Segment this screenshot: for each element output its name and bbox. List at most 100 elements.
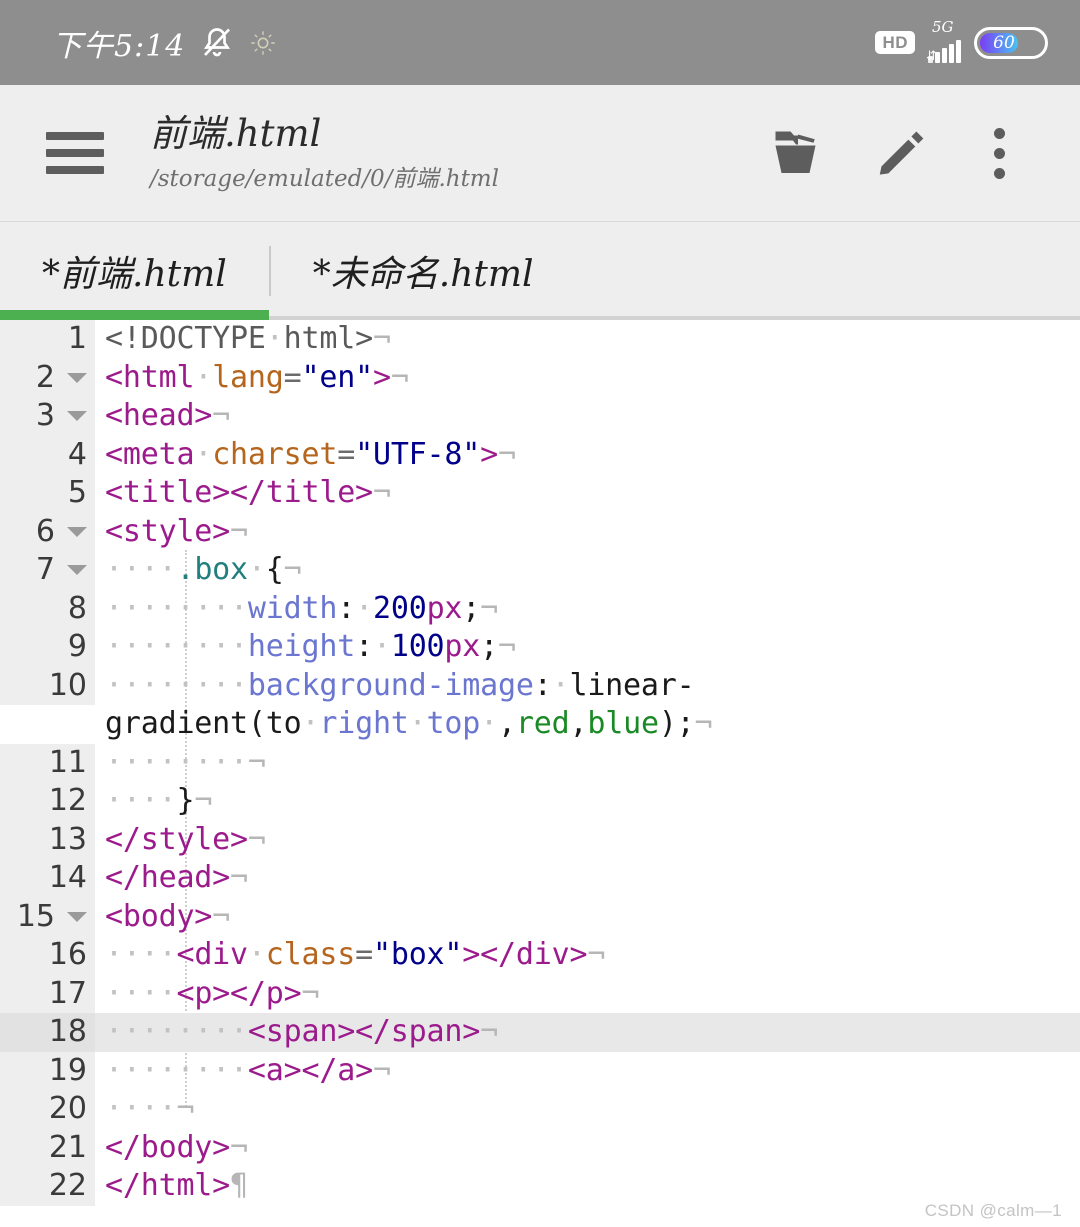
edit-button[interactable] — [852, 108, 950, 198]
code-token: px — [426, 590, 463, 626]
code-line[interactable]: 5 <title></title>¬ — [0, 474, 1080, 513]
code-token: width — [247, 590, 338, 626]
code-line[interactable]: 3 <head>¬ — [0, 397, 1080, 436]
code-line[interactable]: 2 <html·lang="en">¬ — [0, 358, 1080, 398]
code-text[interactable]: ····.box·{¬ — [95, 551, 1080, 590]
code-text[interactable]: <html·lang="en">¬ — [95, 359, 1080, 398]
code-token: red — [515, 706, 570, 741]
code-token: · — [355, 590, 373, 626]
fold-toggle-icon[interactable] — [67, 526, 87, 537]
code-line[interactable]: 13 </style>¬ — [0, 820, 1080, 860]
line-gutter: 8 — [0, 589, 95, 628]
code-line[interactable]: 22 </html>¶ — [0, 1167, 1080, 1206]
code-token: ········ — [105, 590, 248, 626]
code-token: · — [551, 667, 570, 703]
line-gutter: 6 — [0, 512, 95, 551]
fold-toggle-icon[interactable] — [67, 411, 87, 421]
fold-toggle-icon[interactable] — [67, 911, 87, 922]
code-token: ¬ — [283, 552, 302, 587]
file-path: /storage/emulated/0/前端.html — [150, 166, 499, 193]
code-text[interactable]: <!DOCTYPE·html>¬ — [95, 320, 1080, 359]
code-text[interactable]: ········¬ — [95, 744, 1080, 783]
code-text[interactable]: </style>¬ — [95, 821, 1080, 860]
code-line[interactable]: 15 <body>¬ — [0, 897, 1080, 937]
code-text[interactable]: <style>¬ — [95, 513, 1080, 552]
signal-bars-icon: 5G ⇵ — [926, 19, 961, 63]
code-token: lang — [212, 359, 284, 395]
code-token: ···· — [105, 975, 177, 1011]
code-token: ¬ — [390, 359, 409, 395]
code-text[interactable]: ····<p></p>¬ — [95, 975, 1080, 1014]
code-token: "UTF-8" — [355, 436, 481, 472]
code-line[interactable]: 10 ········background-image:·linear-gradi… — [0, 666, 1080, 744]
code-token: · — [194, 359, 213, 395]
code-text[interactable]: ········background-image:·linear-gradien… — [95, 667, 1080, 744]
code-token: · — [372, 629, 391, 664]
code-token: = — [355, 937, 373, 972]
code-text[interactable]: ········height:·100px;¬ — [95, 628, 1080, 667]
code-line[interactable]: 17 ····<p></p>¬ — [0, 974, 1080, 1014]
code-text[interactable]: ····¬ — [95, 1090, 1080, 1129]
code-token: height — [247, 629, 356, 664]
code-token: , — [498, 706, 516, 741]
line-gutter: 16 — [0, 936, 95, 975]
code-line[interactable]: 21 </body>¬ — [0, 1128, 1080, 1168]
tab-item-1[interactable]: *未命名.html — [271, 222, 576, 320]
code-token: { — [265, 552, 284, 587]
code-token: ¬ — [480, 590, 499, 626]
status-bar-left: 下午5:14 — [52, 21, 277, 65]
open-folder-button[interactable] — [754, 108, 852, 198]
code-text[interactable]: <head>¬ — [95, 397, 1080, 436]
code-text[interactable]: </head>¬ — [95, 859, 1080, 898]
line-number: 22 — [48, 1168, 87, 1203]
code-text[interactable]: ········<span></span>¬ — [95, 1013, 1080, 1052]
code-text[interactable]: </html>¶ — [95, 1167, 1080, 1206]
code-token: ········ — [105, 667, 248, 703]
code-token: · — [265, 321, 284, 356]
code-line[interactable]: 18 ········<span></span>¬ — [0, 1013, 1080, 1052]
code-editor[interactable]: 1 <!DOCTYPE·html>¬ 2 <html·lang="en">¬ 3 <hea… — [0, 320, 1080, 1227]
code-token: <div — [176, 937, 248, 972]
tab-item-0[interactable]: *前端.html — [0, 222, 269, 320]
code-line[interactable]: 11 ········¬ — [0, 743, 1080, 783]
code-text[interactable]: ····<div·class="box"></div>¬ — [95, 936, 1080, 975]
code-text[interactable]: ········<a></a>¬ — [95, 1052, 1080, 1091]
code-token: </style> — [105, 821, 248, 857]
code-line[interactable]: 19 ········<a></a>¬ — [0, 1051, 1080, 1091]
code-line[interactable]: 12 ····}¬ — [0, 782, 1080, 821]
code-line[interactable]: 7 ····.box·{¬ — [0, 551, 1080, 590]
code-token: ¬ — [301, 975, 320, 1011]
code-text[interactable]: <body>¬ — [95, 898, 1080, 937]
code-line[interactable]: 4 <meta·charset="UTF-8">¬ — [0, 435, 1080, 475]
battery-percent-label: 60 — [993, 32, 1015, 53]
code-token: ¬ — [194, 783, 213, 818]
more-options-button[interactable] — [950, 108, 1048, 198]
code-line[interactable]: 1 <!DOCTYPE·html>¬ — [0, 320, 1080, 359]
code-token: <p></p> — [176, 975, 302, 1011]
hamburger-menu-icon[interactable] — [46, 132, 104, 174]
code-line[interactable]: 16 ····<div·class="box"></div>¬ — [0, 936, 1080, 975]
code-token: > — [372, 359, 391, 395]
code-line[interactable]: 9 ········height:·100px;¬ — [0, 628, 1080, 667]
code-text[interactable]: ····}¬ — [95, 782, 1080, 821]
code-text[interactable]: </body>¬ — [95, 1129, 1080, 1168]
code-text[interactable]: ········width:·200px;¬ — [95, 590, 1080, 629]
fold-toggle-icon[interactable] — [67, 565, 87, 575]
line-number: 3 — [35, 398, 55, 433]
code-line[interactable]: 6 <style>¬ — [0, 512, 1080, 552]
code-text[interactable]: <meta·charset="UTF-8">¬ — [95, 436, 1080, 475]
code-lines-container[interactable]: 1 <!DOCTYPE·html>¬ 2 <html·lang="en">¬ 3 <hea… — [0, 320, 1080, 1206]
code-line[interactable]: 8 ········width:·200px;¬ — [0, 589, 1080, 629]
code-line[interactable]: 20 ····¬ — [0, 1090, 1080, 1129]
code-token: <head> — [105, 398, 213, 433]
code-line[interactable]: 14 </head>¬ — [0, 859, 1080, 898]
line-gutter: 5 — [0, 474, 95, 513]
hamburger-bar — [46, 166, 104, 174]
fold-toggle-icon[interactable] — [67, 372, 87, 383]
code-token: </head> — [105, 860, 231, 895]
line-number: 2 — [35, 359, 55, 395]
code-token: · — [301, 706, 320, 741]
line-gutter: 22 — [0, 1167, 95, 1206]
bell-muted-icon — [204, 27, 231, 56]
code-text[interactable]: <title></title>¬ — [95, 474, 1080, 513]
